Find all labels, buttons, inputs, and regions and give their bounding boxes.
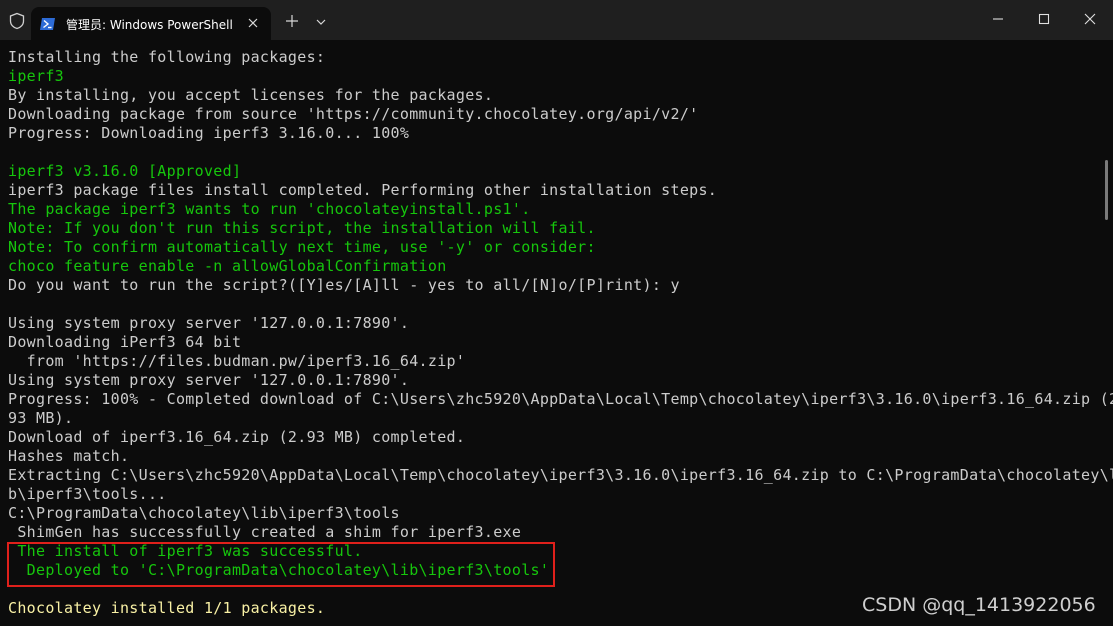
console-line: By installing, you accept licenses for t… xyxy=(8,86,494,104)
console-line: choco feature enable -n allowGlobalConfi… xyxy=(8,257,447,275)
console-line: Note: To confirm automatically next time… xyxy=(8,238,596,256)
console-line: Hashes match. xyxy=(8,447,130,465)
console-line: Do you want to run the script?([Y]es/[A]… xyxy=(8,276,680,294)
console-output[interactable]: Installing the following packages: iperf3… xyxy=(8,48,1113,626)
console-line: The package iperf3 wants to run 'chocola… xyxy=(8,200,531,218)
scrollbar[interactable] xyxy=(1105,160,1108,220)
console-line: Progress: 100% - Completed download of C… xyxy=(8,390,1113,408)
tab-title: 管理员: Windows PowerShell xyxy=(66,18,233,32)
close-icon[interactable] xyxy=(244,14,262,32)
tab-powershell[interactable]: 管理员: Windows PowerShell xyxy=(31,7,271,40)
console-line: Download of iperf3.16_64.zip (2.93 MB) c… xyxy=(8,428,466,446)
console-line: iperf3 v3.16.0 [Approved] xyxy=(8,162,242,180)
console-line: 93 MB). xyxy=(8,409,74,427)
console-line: iperf3 package files install completed. … xyxy=(8,181,718,199)
shield-icon xyxy=(8,12,26,30)
console-line: Extracting C:\Users\zhc5920\AppData\Loca… xyxy=(8,466,1113,484)
console-line: Progress: Downloading iperf3 3.16.0... 1… xyxy=(8,124,410,142)
title-bar: 管理员: Windows PowerShell xyxy=(0,0,1113,40)
close-icon[interactable] xyxy=(1081,10,1099,28)
console-line: Using system proxy server '127.0.0.1:789… xyxy=(8,371,410,389)
console-line: from 'https://files.budman.pw/iperf3.16_… xyxy=(8,352,466,370)
minimize-icon[interactable] xyxy=(989,10,1007,28)
console-line: Note: If you don't run this script, the … xyxy=(8,219,596,237)
watermark: CSDN @qq_1413922056 xyxy=(862,594,1096,616)
console-line: Using system proxy server '127.0.0.1:789… xyxy=(8,314,410,332)
console-line: b\iperf3\tools... xyxy=(8,485,167,503)
powershell-icon xyxy=(40,16,56,30)
console-line: Downloading package from source 'https:/… xyxy=(8,105,699,123)
chevron-down-icon[interactable] xyxy=(313,14,329,30)
plus-icon[interactable] xyxy=(283,12,301,30)
console-line: iperf3 xyxy=(8,67,64,85)
console-line: Downloading iPerf3 64 bit xyxy=(8,333,242,351)
maximize-icon[interactable] xyxy=(1035,10,1053,28)
console-line: Installing the following packages: xyxy=(8,48,326,66)
console-line: C:\ProgramData\chocolatey\lib\iperf3\too… xyxy=(8,504,400,522)
console-line: ShimGen has successfully created a shim … xyxy=(8,523,522,541)
success-highlight-box xyxy=(7,542,555,587)
